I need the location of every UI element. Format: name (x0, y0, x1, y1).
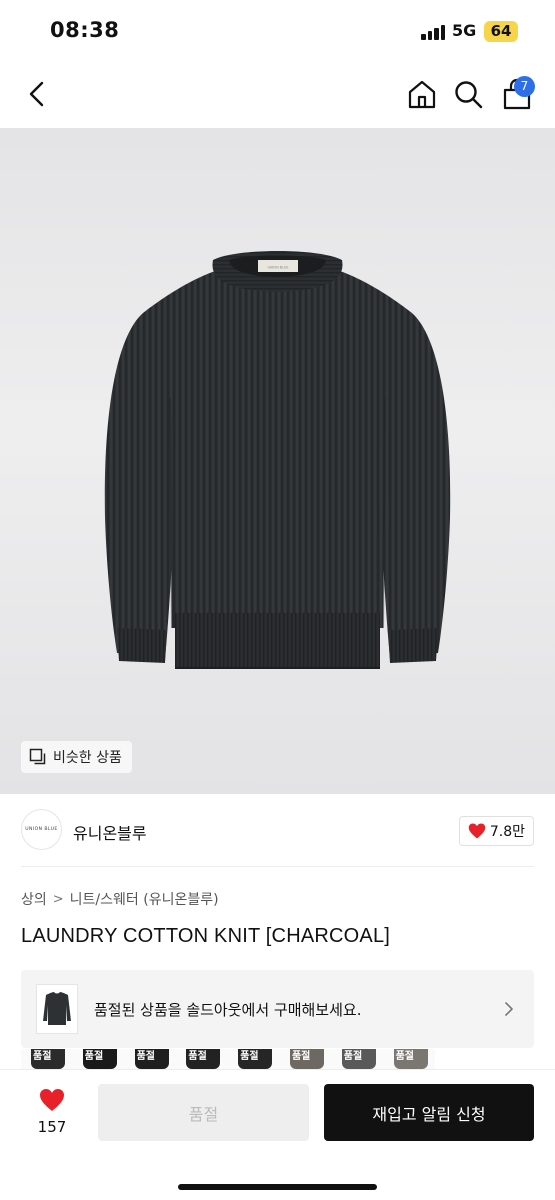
brand-like-count: 7.8만 (489, 824, 525, 840)
signal-icon (421, 24, 447, 40)
garment-label: UNION BLUE (268, 266, 289, 270)
option-soldout-label: 품절 (291, 1051, 311, 1062)
option-thumb[interactable]: 품절 (21, 1049, 73, 1069)
top-nav: 7 (0, 62, 555, 128)
option-thumb[interactable]: 품절 (176, 1049, 229, 1069)
banner-thumbnail (36, 984, 78, 1034)
sweater-image: UNION BLUE (104, 251, 451, 669)
option-thumb[interactable]: 품절 (228, 1049, 280, 1069)
product-image[interactable]: UNION BLUE 비슷한 상품 (0, 128, 555, 794)
search-icon[interactable] (452, 78, 484, 110)
option-soldout-label: 품절 (395, 1051, 414, 1062)
network-type: 5G (452, 21, 477, 40)
option-strip: 품절 품절 품절 품절 품절 품절 품절 품절 (21, 1049, 436, 1069)
wish-button[interactable]: 157 (30, 1088, 74, 1136)
breadcrumb: 상의 > 니트/스웨터 (유니온블루) (21, 889, 219, 909)
similar-products-icon (29, 748, 46, 765)
back-arrow-icon[interactable] (22, 78, 54, 110)
option-thumb[interactable]: 품절 (72, 1049, 125, 1069)
breadcrumb-separator: > (52, 891, 64, 907)
wish-count: 157 (37, 1118, 67, 1136)
option-thumb[interactable]: 품절 (383, 1049, 436, 1069)
chevron-right-icon (505, 1002, 513, 1016)
product-title: LAUNDRY COTTON KNIT [CHARCOAL] (21, 925, 391, 947)
battery-icon: 64 (484, 21, 518, 42)
option-soldout-label: 품절 (240, 1051, 259, 1062)
bottom-action-bar: 157 품절 재입고 알림 신청 (0, 1069, 555, 1200)
option-thumb[interactable]: 품절 (279, 1049, 332, 1069)
option-soldout-label: 품절 (33, 1051, 52, 1062)
divider (21, 866, 534, 867)
brand-row: UNION BLUE 유니온블루 7.8만 (21, 806, 534, 854)
brand-logo[interactable]: UNION BLUE (21, 809, 62, 850)
similar-products-label: 비슷한 상품 (53, 750, 122, 766)
option-thumb[interactable]: 품절 (124, 1049, 177, 1069)
option-soldout-label: 품절 (84, 1051, 104, 1062)
banner-text: 품절된 상품을 솔드아웃에서 구매해보세요. (94, 1001, 362, 1019)
option-soldout-label: 품절 (188, 1051, 207, 1062)
home-indicator (178, 1184, 377, 1190)
brand-like-button[interactable]: 7.8만 (458, 816, 534, 846)
soldout-banner[interactable]: 품절된 상품을 솔드아웃에서 구매해보세요. (21, 970, 534, 1048)
restock-alert-button[interactable]: 재입고 알림 신청 (324, 1084, 534, 1141)
status-time: 08:38 (50, 18, 120, 42)
soldout-button: 품절 (98, 1084, 309, 1141)
status-bar: 08:38 5G 64 (0, 0, 555, 62)
home-icon[interactable] (406, 78, 438, 110)
similar-products-button[interactable]: 비슷한 상품 (21, 741, 132, 773)
heart-icon (40, 1089, 64, 1111)
option-thumb[interactable]: 품절 (331, 1049, 384, 1069)
option-soldout-label: 품절 (136, 1051, 155, 1062)
breadcrumb-category[interactable]: 상의 (21, 889, 47, 909)
heart-icon (468, 823, 486, 839)
cart-count-badge: 7 (514, 76, 535, 97)
option-soldout-label: 품절 (343, 1051, 363, 1062)
breadcrumb-subcategory[interactable]: 니트/스웨터 (유니온블루) (70, 889, 219, 909)
brand-name[interactable]: 유니온블루 (73, 820, 147, 844)
